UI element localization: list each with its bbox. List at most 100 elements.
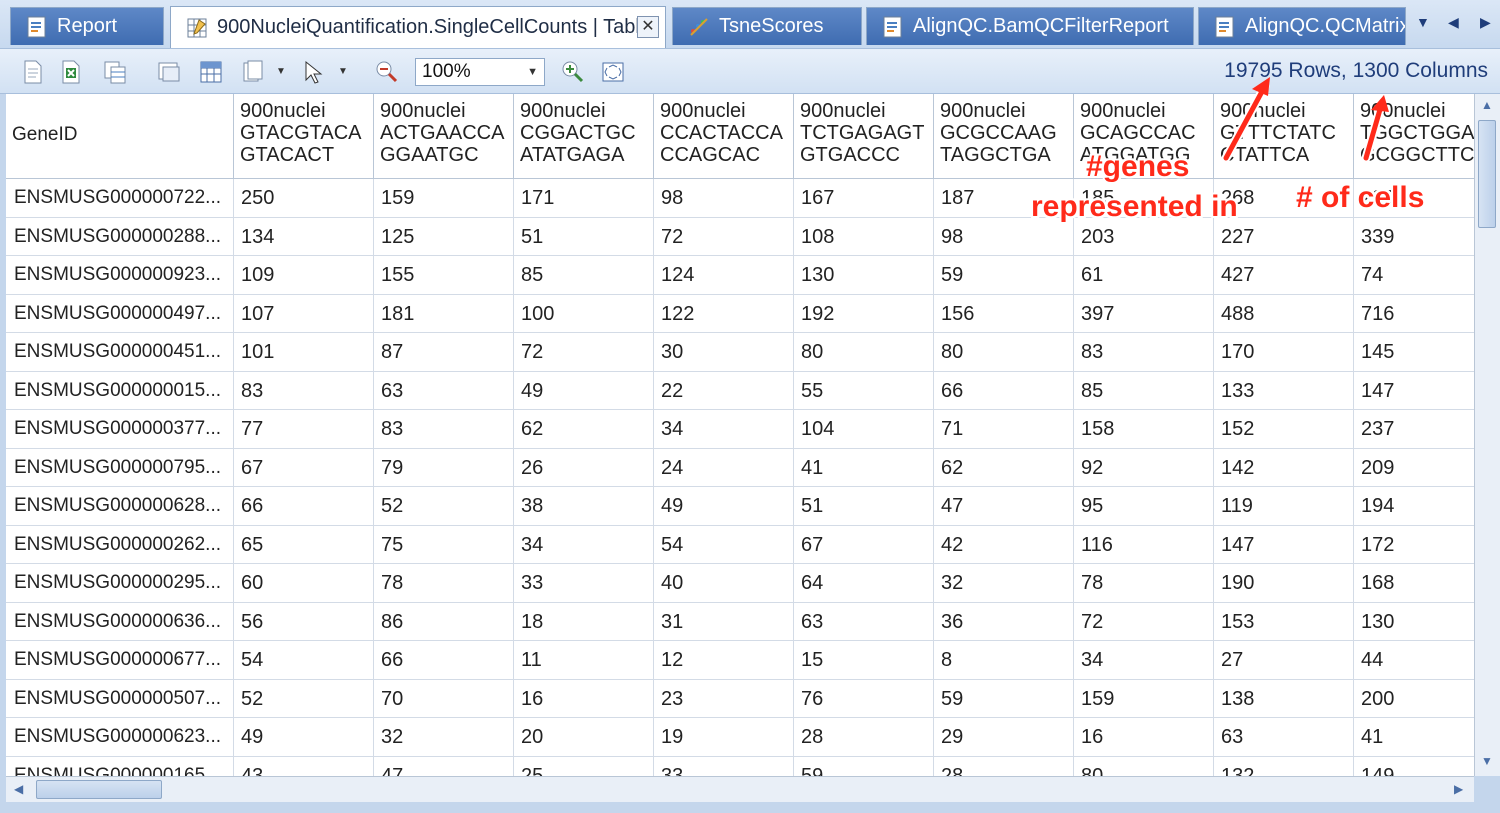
count-cell[interactable]: 52	[374, 487, 514, 525]
table-row[interactable]: ENSMUSG000000628... 66 52 38 49 51 47 95 119 194	[6, 487, 1474, 526]
new-document-icon[interactable]	[20, 59, 46, 85]
count-cell[interactable]: 80	[794, 333, 934, 371]
gene-id-cell[interactable]: ENSMUSG000000722...	[6, 179, 234, 217]
count-cell[interactable]: 77	[234, 410, 374, 448]
count-cell[interactable]: 72	[514, 333, 654, 371]
count-cell[interactable]: 167	[794, 179, 934, 217]
count-cell[interactable]: 26	[514, 448, 654, 486]
tab-qc-matrix[interactable]: AlignQC.QCMatrix	[1198, 7, 1406, 45]
count-cell[interactable]: 41	[1354, 718, 1474, 756]
count-cell[interactable]: 36	[934, 602, 1074, 640]
count-cell[interactable]: 32	[374, 718, 514, 756]
count-cell[interactable]: 130	[1354, 603, 1474, 641]
zoom-out-icon[interactable]	[374, 59, 400, 85]
count-cell[interactable]: 75	[374, 525, 514, 563]
count-cell[interactable]: 181	[374, 294, 514, 332]
count-cell[interactable]: 33	[514, 564, 654, 602]
horizontal-scrollbar[interactable]: ◀ ▶	[6, 776, 1474, 802]
count-cell[interactable]: 16	[1074, 718, 1214, 756]
table-row[interactable]: ENSMUSG000000377... 77 83 62 34 104 71 158 152 23…	[6, 410, 1474, 449]
count-cell[interactable]: 76	[794, 679, 934, 717]
count-cell[interactable]: 11	[514, 641, 654, 679]
count-cell[interactable]: 72	[1074, 602, 1214, 640]
gene-id-cell[interactable]: ENSMUSG000000923...	[6, 256, 234, 294]
count-cell[interactable]: 28	[934, 756, 1074, 776]
count-cell[interactable]: 85	[514, 256, 654, 294]
table-row[interactable]: ENSMUSG000000923... 109 155 85 124 130 59 61 427…	[6, 256, 1474, 295]
count-cell[interactable]: 63	[374, 371, 514, 409]
table-row[interactable]: ENSMUSG000000295... 60 78 33 40 64 32 78 190 168	[6, 564, 1474, 603]
vertical-scrollbar[interactable]: ▲ ▼	[1474, 94, 1500, 776]
count-cell[interactable]: 155	[374, 256, 514, 294]
table-row[interactable]: ENSMUSG000000636... 56 86 18 31 63 36 72 153 130	[6, 602, 1474, 641]
count-cell[interactable]: 43	[234, 756, 374, 776]
tab-report[interactable]: Report	[10, 7, 164, 45]
count-cell[interactable]: 92	[1074, 448, 1214, 486]
count-cell[interactable]: 209	[1354, 449, 1474, 487]
count-cell[interactable]: 65	[234, 525, 374, 563]
count-cell[interactable]: 20	[514, 718, 654, 756]
pages-dropdown-icon[interactable]: ▼	[276, 59, 302, 85]
count-cell[interactable]: 59	[934, 679, 1074, 717]
count-cell[interactable]: 107	[234, 294, 374, 332]
count-cell[interactable]: 59	[794, 756, 934, 776]
column-header[interactable]: 900nuclei GCGCCAAG TAGGCTGA	[934, 94, 1074, 178]
count-cell[interactable]: 52	[234, 679, 374, 717]
count-cell[interactable]: 153	[1214, 602, 1354, 640]
count-cell[interactable]: 237	[1354, 410, 1474, 448]
column-header[interactable]: 900nuclei TCTGAGAGT GTGACCC	[794, 94, 934, 178]
count-cell[interactable]: 119	[1214, 487, 1354, 525]
count-cell[interactable]: 145	[1354, 333, 1474, 371]
table-row[interactable]: ENSMUSG000000288... 134 125 51 72 108 98 203 227…	[6, 217, 1474, 256]
count-cell[interactable]: 170	[1214, 333, 1354, 371]
count-cell[interactable]: 86	[374, 602, 514, 640]
count-cell[interactable]: 147	[1214, 525, 1354, 563]
table-row[interactable]: ENSMUSG000000165... 43 47 25 33 59 28 80 132 149	[6, 756, 1474, 777]
count-cell[interactable]: 250	[234, 179, 374, 217]
gene-id-cell[interactable]: ENSMUSG000000451...	[6, 333, 234, 371]
count-cell[interactable]: 51	[514, 217, 654, 255]
count-cell[interactable]: 51	[794, 487, 934, 525]
column-header[interactable]: 900nuclei CGGACTGC ATATGAGA	[514, 94, 654, 178]
count-cell[interactable]: 15	[794, 641, 934, 679]
count-cell[interactable]: 85	[1074, 371, 1214, 409]
count-cell[interactable]: 8	[934, 641, 1074, 679]
count-cell[interactable]: 98	[654, 179, 794, 217]
count-cell[interactable]: 34	[654, 410, 794, 448]
zoom-dropdown-icon[interactable]: ▼	[527, 59, 538, 85]
count-cell[interactable]: 54	[234, 641, 374, 679]
count-cell[interactable]: 83	[1074, 333, 1214, 371]
count-cell[interactable]: 62	[514, 410, 654, 448]
column-header[interactable]: 900nuclei GTACGTACA GTACACT	[234, 94, 374, 178]
count-cell[interactable]: 172	[1354, 526, 1474, 564]
count-cell[interactable]: 64	[794, 564, 934, 602]
count-cell[interactable]: 56	[234, 602, 374, 640]
count-cell[interactable]: 31	[654, 602, 794, 640]
gene-id-cell[interactable]: ENSMUSG000000015...	[6, 371, 234, 409]
count-cell[interactable]: 19	[654, 718, 794, 756]
pages-icon[interactable]	[240, 59, 266, 85]
count-cell[interactable]: 62	[934, 448, 1074, 486]
column-header[interactable]: 900nuclei CCACTACCA CCAGCAC	[654, 94, 794, 178]
count-cell[interactable]: 716	[1354, 295, 1474, 333]
count-cell[interactable]: 134	[234, 217, 374, 255]
count-cell[interactable]: 171	[514, 179, 654, 217]
view-options-icon[interactable]	[156, 59, 182, 85]
count-cell[interactable]: 38	[514, 487, 654, 525]
count-cell[interactable]: 168	[1354, 564, 1474, 602]
count-cell[interactable]: 49	[514, 371, 654, 409]
count-cell[interactable]: 29	[934, 718, 1074, 756]
count-cell[interactable]: 24	[654, 448, 794, 486]
count-cell[interactable]: 67	[234, 448, 374, 486]
count-cell[interactable]: 63	[1214, 718, 1354, 756]
column-header-gene-id[interactable]: GeneID	[6, 94, 234, 178]
count-cell[interactable]: 22	[654, 371, 794, 409]
scroll-down-icon[interactable]: ▼	[1481, 754, 1493, 768]
scroll-left-icon[interactable]: ◀	[14, 782, 23, 796]
count-cell[interactable]: 149	[1354, 757, 1474, 777]
count-cell[interactable]: 59	[934, 256, 1074, 294]
scroll-tabs-left-icon[interactable]: ◀	[1448, 14, 1459, 31]
count-cell[interactable]: 40	[654, 564, 794, 602]
count-cell[interactable]: 16	[514, 679, 654, 717]
close-tab-icon[interactable]: ✕	[637, 16, 659, 38]
